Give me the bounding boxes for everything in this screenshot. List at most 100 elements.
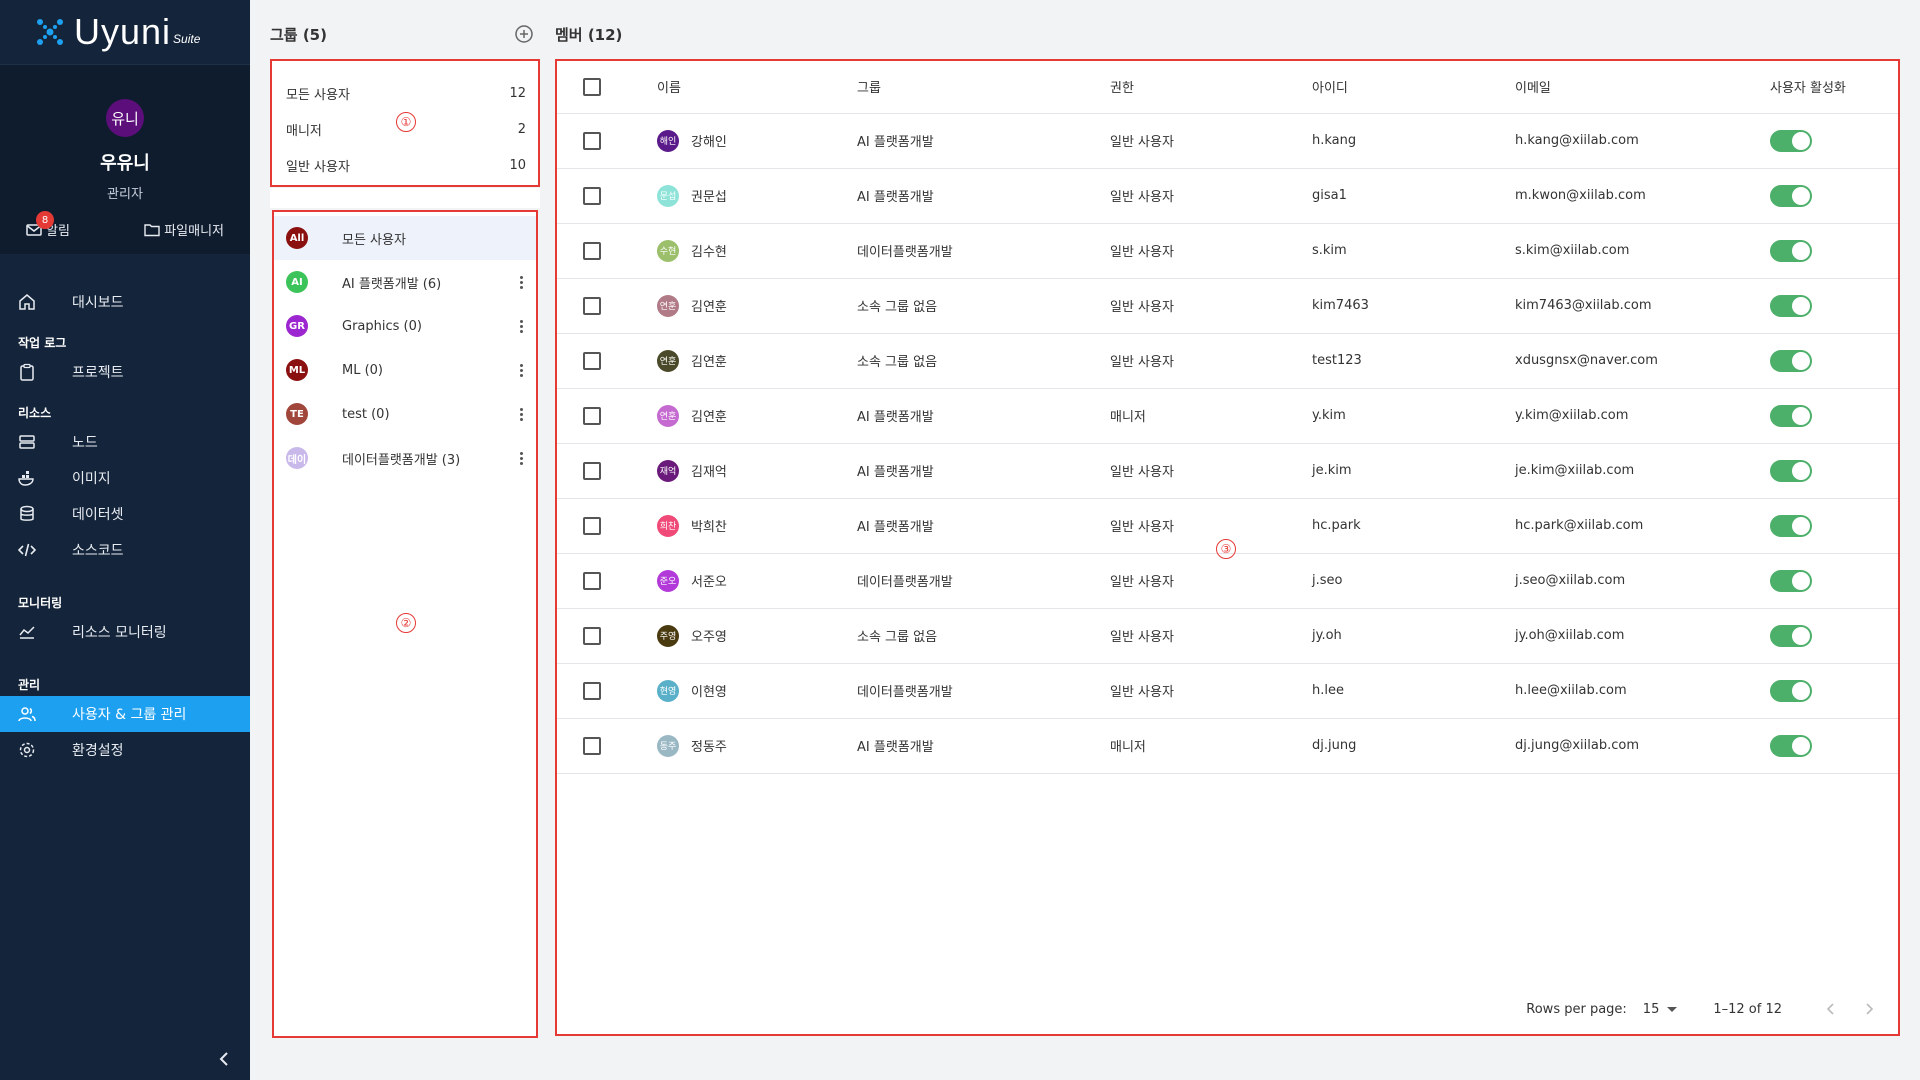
row-checkbox[interactable] — [583, 241, 601, 260]
nav-dataset[interactable]: 데이터셋 — [0, 496, 250, 532]
row-checkbox[interactable] — [583, 351, 601, 370]
header-active[interactable]: 사용자 활성화 — [1770, 61, 1898, 114]
file-manager-link[interactable]: 파일매니저 — [144, 220, 224, 239]
active-toggle[interactable] — [1770, 624, 1812, 647]
panel-divider — [270, 188, 540, 208]
nav-project[interactable]: 프로젝트 — [0, 354, 250, 390]
more-vert-icon[interactable] — [514, 448, 528, 468]
active-toggle[interactable] — [1770, 184, 1812, 207]
nav-node-label: 노드 — [72, 435, 98, 451]
row-checkbox[interactable] — [583, 571, 601, 590]
active-toggle[interactable] — [1770, 734, 1812, 757]
rows-per-page-select[interactable]: 15 — [1643, 1002, 1678, 1017]
row-checkbox[interactable] — [583, 461, 601, 480]
row-checkbox[interactable] — [583, 186, 601, 205]
row-checkbox[interactable] — [583, 406, 601, 425]
collapse-sidebar-button[interactable] — [214, 1048, 234, 1070]
table-row[interactable]: 연훈 김연훈 AI 플랫폼개발 매니저 y.kim y.kim@xiilab.c… — [557, 388, 1898, 444]
table-row[interactable]: 해인 강해인 AI 플랫폼개발 일반 사용자 h.kang h.kang@xii… — [557, 113, 1898, 169]
table-row[interactable]: 동주 정동주 AI 플랫폼개발 매니저 dj.jung dj.jung@xiil… — [557, 718, 1898, 774]
row-checkbox[interactable] — [583, 131, 601, 150]
table-row[interactable]: 연훈 김연훈 소속 그룹 없음 일반 사용자 test123 xdusgnsx@… — [557, 333, 1898, 389]
gear-icon — [18, 741, 36, 759]
group-item-data-platform[interactable]: 데이 데이터플랫폼개발 (3) — [274, 436, 536, 480]
member-id: jy.oh — [1312, 608, 1515, 664]
active-toggle[interactable] — [1770, 679, 1812, 702]
table-row[interactable]: 연훈 김연훈 소속 그룹 없음 일반 사용자 kim7463 kim7463@x… — [557, 278, 1898, 334]
summary-general-users[interactable]: 일반 사용자 10 — [286, 147, 526, 183]
more-vert-icon[interactable] — [514, 272, 528, 292]
active-toggle[interactable] — [1770, 459, 1812, 482]
summary-all-users[interactable]: 모든 사용자 12 — [286, 75, 526, 111]
member-email: xdusgnsx@naver.com — [1515, 333, 1770, 389]
nav-node[interactable]: 노드 — [0, 424, 250, 460]
member-name: 김수현 — [691, 245, 727, 260]
next-page-button[interactable] — [1858, 997, 1882, 1021]
more-vert-icon[interactable] — [514, 316, 528, 336]
nav-image[interactable]: 이미지 — [0, 460, 250, 496]
group-item-test[interactable]: TE test (0) — [274, 392, 536, 436]
nav-dashboard[interactable]: 대시보드 — [0, 284, 250, 320]
select-all-checkbox[interactable] — [583, 77, 601, 96]
chevron-left-icon — [219, 1052, 228, 1066]
row-checkbox[interactable] — [583, 681, 601, 700]
group-avatar: TE — [286, 403, 308, 425]
table-row[interactable]: 재억 김재억 AI 플랫폼개발 일반 사용자 je.kim je.kim@xii… — [557, 443, 1898, 499]
nav-settings[interactable]: 환경설정 — [0, 732, 250, 768]
member-group: AI 플랫폼개발 — [857, 718, 1110, 774]
active-toggle[interactable] — [1770, 294, 1812, 317]
row-checkbox[interactable] — [583, 516, 601, 535]
table-row[interactable]: 문섭 권문섭 AI 플랫폼개발 일반 사용자 gisa1 m.kwon@xiil… — [557, 168, 1898, 224]
nav-resource-monitoring-label: 리소스 모니터링 — [72, 625, 167, 641]
member-email: s.kim@xiilab.com — [1515, 223, 1770, 279]
member-role: 일반 사용자 — [1110, 113, 1312, 169]
table-row[interactable]: 현영 이현영 데이터플랫폼개발 일반 사용자 h.lee h.lee@xiila… — [557, 663, 1898, 719]
nav-user-group[interactable]: 사용자 & 그룹 관리 — [0, 696, 250, 732]
group-item-all[interactable]: All 모든 사용자 — [274, 216, 536, 260]
logo[interactable]: Uyuni Suite — [0, 0, 250, 64]
nav-source[interactable]: 소스코드 — [0, 532, 250, 568]
code-icon — [18, 541, 36, 559]
table-row[interactable]: 준오 서준오 데이터플랫폼개발 일반 사용자 j.seo j.seo@xiila… — [557, 553, 1898, 609]
nav-section-worklog: 작업 로그 — [18, 336, 67, 350]
active-toggle[interactable] — [1770, 514, 1812, 537]
member-email: kim7463@xiilab.com — [1515, 278, 1770, 334]
member-role: 일반 사용자 — [1110, 223, 1312, 279]
nav-resource-monitoring[interactable]: 리소스 모니터링 — [0, 614, 250, 650]
nav-project-label: 프로젝트 — [72, 365, 124, 381]
member-avatar: 재억 — [657, 459, 679, 482]
active-toggle[interactable] — [1770, 239, 1812, 262]
notifications-link[interactable]: 8 알림 — [26, 211, 70, 239]
header-id[interactable]: 아이디 — [1312, 61, 1515, 114]
group-item-ai[interactable]: AI AI 플랫폼개발 (6) — [274, 260, 536, 304]
table-row[interactable]: 주영 오주영 소속 그룹 없음 일반 사용자 jy.oh jy.oh@xiila… — [557, 608, 1898, 664]
member-role: 일반 사용자 — [1110, 553, 1312, 609]
header-role[interactable]: 권한 — [1110, 61, 1312, 114]
header-group[interactable]: 그룹 — [857, 61, 1110, 114]
active-toggle[interactable] — [1770, 129, 1812, 152]
header-email[interactable]: 이메일 — [1515, 61, 1770, 114]
prev-page-button[interactable] — [1818, 997, 1842, 1021]
more-vert-icon[interactable] — [514, 404, 528, 424]
logo-suite: Suite — [173, 32, 201, 46]
active-toggle[interactable] — [1770, 349, 1812, 372]
group-avatar: AI — [286, 271, 308, 293]
active-toggle[interactable] — [1770, 404, 1812, 427]
group-item-graphics[interactable]: GR Graphics (0) — [274, 304, 536, 348]
row-checkbox[interactable] — [583, 626, 601, 645]
row-checkbox[interactable] — [583, 296, 601, 315]
row-checkbox[interactable] — [583, 736, 601, 755]
member-role: 일반 사용자 — [1110, 663, 1312, 719]
active-toggle[interactable] — [1770, 569, 1812, 592]
group-item-ml[interactable]: ML ML (0) — [274, 348, 536, 392]
member-id: test123 — [1312, 333, 1515, 389]
member-role: 일반 사용자 — [1110, 443, 1312, 499]
member-avatar: 수현 — [657, 239, 679, 262]
profile-card: 유니 우유니 관리자 8 알림 파일매니저 — [0, 64, 250, 254]
avatar[interactable]: 유니 — [106, 99, 144, 137]
add-group-button[interactable] — [514, 24, 534, 44]
table-row[interactable]: 수현 김수현 데이터플랫폼개발 일반 사용자 s.kim s.kim@xiila… — [557, 223, 1898, 279]
header-name[interactable]: 이름 — [657, 61, 857, 114]
more-vert-icon[interactable] — [514, 360, 528, 380]
member-role: 매니저 — [1110, 388, 1312, 444]
